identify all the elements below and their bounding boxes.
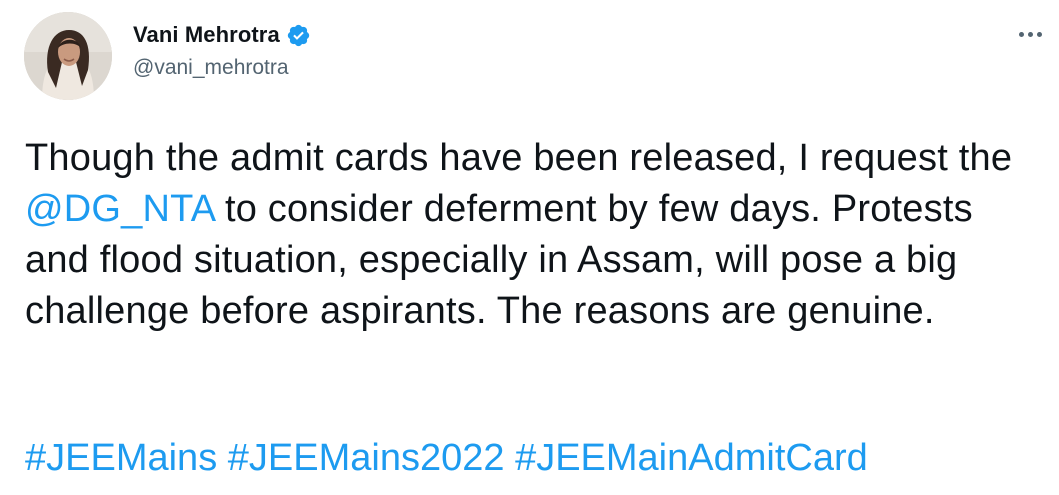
author-display-name[interactable]: Vani Mehrotra xyxy=(133,22,280,48)
author-handle[interactable]: @vani_mehrotra xyxy=(133,56,311,80)
avatar[interactable] xyxy=(24,12,112,100)
hashtag-link[interactable]: #JEEMainAdmitCard xyxy=(515,437,868,479)
hashtag-link[interactable]: #JEEMains2022 xyxy=(228,437,505,479)
tweet-card: Vani Mehrotra @vani_mehrotra Though the … xyxy=(0,0,1059,495)
more-options-icon[interactable] xyxy=(1013,22,1047,46)
avatar-photo xyxy=(24,12,112,100)
verified-badge-icon xyxy=(286,23,311,48)
tweet-author: Vani Mehrotra @vani_mehrotra xyxy=(133,20,311,80)
tweet-text: Though the admit cards have been release… xyxy=(25,133,1045,337)
tweet-text-part1: Though the admit cards have been release… xyxy=(25,137,1013,179)
mention-link[interactable]: @DG_NTA xyxy=(25,188,214,230)
hashtag-list: #JEEMains #JEEMains2022 #JEEMainAdmitCar… xyxy=(25,433,868,484)
hashtag-link[interactable]: #JEEMains xyxy=(25,437,217,479)
